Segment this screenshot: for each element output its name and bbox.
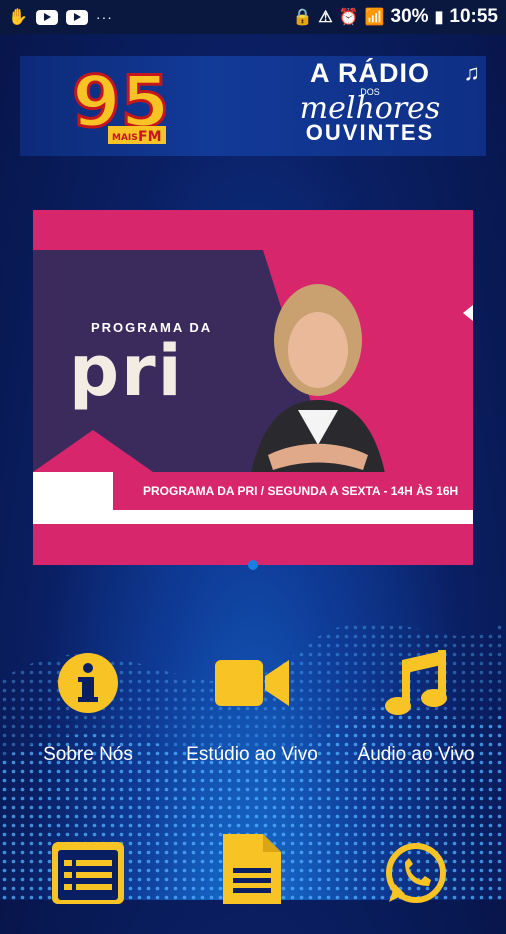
whatsapp-icon bbox=[386, 843, 446, 903]
clock: 10:55 bbox=[449, 6, 498, 27]
lock-icon: 🔒 bbox=[292, 9, 313, 26]
more-notifications-icon: ··· bbox=[95, 9, 113, 25]
youtube-notification-icon-2 bbox=[65, 9, 88, 25]
menu-list[interactable] bbox=[4, 838, 172, 934]
video-camera-icon bbox=[215, 660, 289, 706]
battery-icon: ▮ bbox=[434, 9, 444, 26]
battery-percent: 30% bbox=[390, 6, 429, 27]
slogan: A RÁDIO DOS melhores OUVINTES bbox=[270, 58, 470, 146]
warning-icon: ⚠ bbox=[318, 9, 333, 26]
wifi-icon: 📶 bbox=[364, 9, 385, 26]
music-note-icon bbox=[385, 650, 447, 715]
program-schedule: PROGRAMA DA PRI / SEGUNDA A SEXTA - 14H … bbox=[113, 472, 473, 510]
status-bar: ✋ ··· 🔒 ⚠ ⏰ 📶 30% ▮ 10:55 bbox=[0, 0, 506, 34]
program-logo: pri bbox=[69, 330, 184, 412]
radio-logo: 95 MAIS FM bbox=[71, 60, 169, 145]
document-icon bbox=[223, 834, 281, 904]
slogan-line1: A RÁDIO bbox=[310, 58, 430, 88]
program-carousel[interactable]: PROGRAMA DA pri PROGRAMA DA PRI / SEGUND… bbox=[33, 210, 473, 565]
menu-sobre-nos[interactable]: Sobre Nós bbox=[4, 648, 172, 766]
menu-whatsapp[interactable] bbox=[332, 838, 500, 934]
host-photo bbox=[248, 284, 388, 490]
menu-estudio-ao-vivo[interactable]: Estúdio ao Vivo bbox=[168, 648, 336, 766]
youtube-notification-icon bbox=[35, 9, 58, 25]
menu-document[interactable] bbox=[168, 834, 336, 930]
list-icon bbox=[52, 842, 124, 904]
menu-label-sobre-nos: Sobre Nós bbox=[43, 744, 133, 765]
menu-audio-ao-vivo[interactable]: Áudio ao Vivo bbox=[332, 648, 500, 766]
hand-notification-icon: ✋ bbox=[8, 9, 28, 26]
music-notes-icon: ♫ bbox=[463, 60, 481, 85]
alarm-icon: ⏰ bbox=[338, 9, 359, 26]
logo-sub-right: FM bbox=[138, 129, 162, 145]
info-icon bbox=[58, 653, 118, 713]
header-banner: 95 MAIS FM A RÁDIO DOS melhores OUVINTES… bbox=[20, 56, 486, 156]
menu-label-audio: Áudio ao Vivo bbox=[357, 744, 475, 765]
pager-dot-active[interactable] bbox=[248, 560, 258, 570]
carousel-next-icon[interactable] bbox=[463, 305, 473, 321]
menu-label-estudio: Estúdio ao Vivo bbox=[186, 744, 318, 765]
carousel-pager[interactable] bbox=[0, 560, 506, 572]
logo-sub-left: MAIS bbox=[112, 133, 138, 143]
